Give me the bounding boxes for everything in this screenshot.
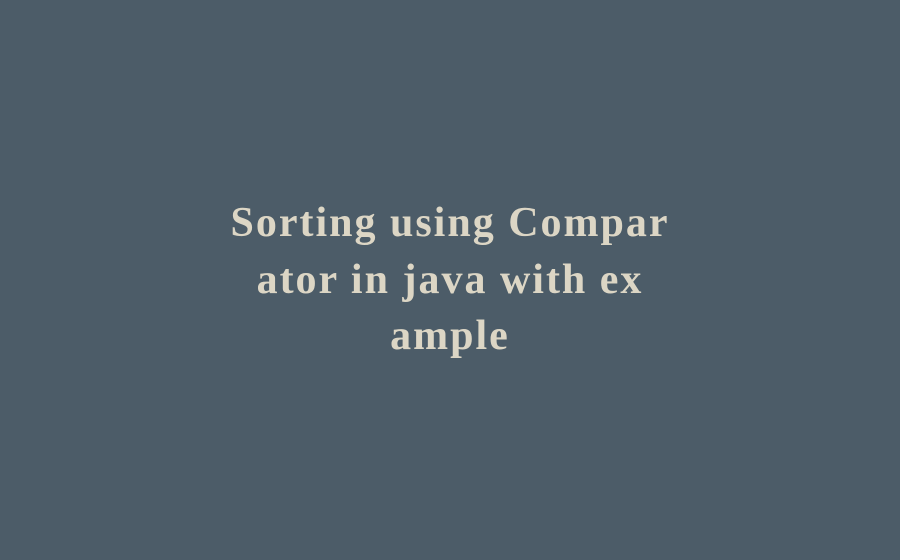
title-line-3: ample xyxy=(390,313,510,359)
title-line-1: Sorting using Compar xyxy=(230,200,669,246)
title-text: Sorting using Compar ator in java with e… xyxy=(210,195,689,365)
title-line-2: ator in java with ex xyxy=(257,257,644,303)
